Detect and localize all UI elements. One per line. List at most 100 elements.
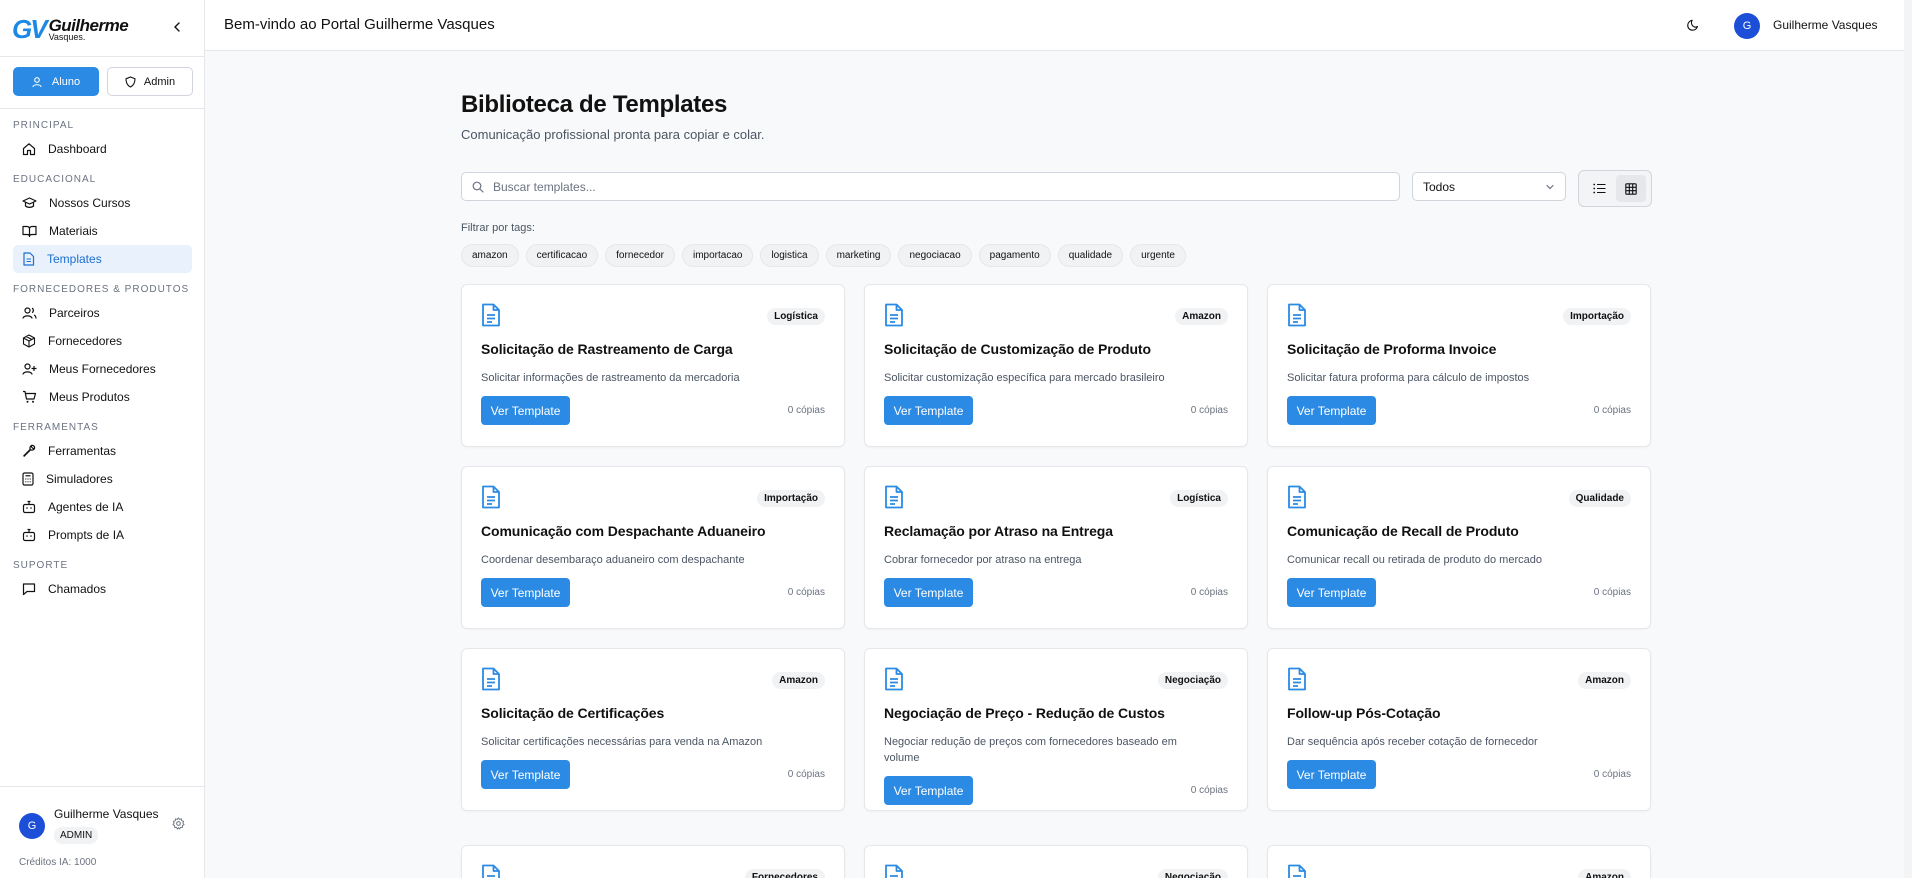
view-template-button[interactable]: Ver Template — [884, 396, 973, 425]
view-toggle — [1578, 170, 1652, 207]
bot-icon — [22, 500, 36, 514]
package-icon — [22, 334, 36, 348]
file-text-icon — [1288, 485, 1306, 509]
view-template-button[interactable]: Ver Template — [884, 578, 973, 607]
template-grid: Logística Solicitação de Rastreamento de… — [461, 284, 1651, 811]
sidebar-item-materiais[interactable]: Materiais — [13, 217, 192, 245]
logo-name: Guilherme — [48, 15, 129, 35]
role-admin-button[interactable]: Admin — [107, 67, 193, 96]
tag-chip[interactable]: pagamento — [978, 244, 1051, 267]
sidebar-item-meus-fornecedores[interactable]: Meus Fornecedores — [13, 355, 192, 383]
avatar[interactable]: G — [19, 813, 45, 839]
view-template-button[interactable]: Ver Template — [1287, 396, 1376, 425]
sidebar-item-fornecedores[interactable]: Fornecedores — [13, 327, 192, 355]
message-square-icon — [22, 583, 36, 596]
template-card: Importação Solicitação de Proforma Invoi… — [1267, 284, 1651, 447]
category-badge: Amazon — [1578, 869, 1631, 878]
tag-chip[interactable]: certificacao — [525, 244, 599, 267]
view-template-button[interactable]: Ver Template — [1287, 578, 1376, 607]
brand-logo[interactable]: GV Guilherme Vasques. — [12, 13, 129, 44]
tag-chip[interactable]: logistica — [760, 244, 819, 267]
nav-section-title: FORNECEDORES & PRODUTOS — [13, 284, 190, 295]
view-template-button[interactable]: Ver Template — [481, 396, 570, 425]
template-title: Negociação de Preço - Redução de Custos — [884, 705, 1165, 721]
ai-credits: Créditos IA: 1000 — [19, 857, 97, 868]
sidebar-item-simuladores[interactable]: Simuladores — [13, 465, 192, 493]
sidebar: GV Guilherme Vasques. Aluno Admin PRINCI… — [0, 0, 205, 878]
view-template-button[interactable]: Ver Template — [884, 776, 973, 805]
template-description: Coordenar desembaraço aduaneiro com desp… — [481, 554, 745, 566]
template-description: Solicitar informações de rastreamento da… — [481, 372, 740, 384]
chevron-left-icon[interactable] — [170, 20, 184, 34]
tags-label: Filtrar por tags: — [461, 222, 535, 234]
tag-filter-list: amazon certificacao fornecedor importaca… — [461, 244, 1186, 267]
template-card: Qualidade Comunicação de Recall de Produ… — [1267, 466, 1651, 629]
sidebar-item-nossos-cursos[interactable]: Nossos Cursos — [13, 189, 192, 217]
file-text-icon — [885, 485, 903, 509]
template-card: Importação Comunicação com Despachante A… — [461, 466, 845, 629]
copies-count: 0 cópias — [787, 405, 825, 416]
tag-chip[interactable]: urgente — [1130, 244, 1186, 267]
tag-chip[interactable]: negociacao — [898, 244, 972, 267]
template-card: Fornecedores — [461, 845, 845, 878]
template-title: Comunicação com Despachante Aduaneiro — [481, 523, 766, 539]
page-subtitle: Comunicação profissional pronta para cop… — [461, 127, 765, 142]
grid-view-button[interactable] — [1616, 175, 1646, 202]
sidebar-item-meus-produtos[interactable]: Meus Produtos — [13, 383, 192, 411]
category-select-value: Todos — [1423, 179, 1456, 194]
gear-icon[interactable] — [172, 817, 185, 830]
template-description: Solicitar fatura proforma para cálculo d… — [1287, 372, 1530, 384]
view-template-button[interactable]: Ver Template — [1287, 760, 1376, 789]
template-title: Reclamação por Atraso na Entrega — [884, 523, 1113, 539]
file-text-icon — [482, 864, 500, 878]
header-avatar[interactable]: G — [1734, 13, 1760, 39]
chevron-down-icon — [1546, 184, 1554, 189]
category-badge: Fornecedores — [744, 869, 825, 878]
template-card: Amazon — [1267, 845, 1651, 878]
tag-chip[interactable]: fornecedor — [605, 244, 675, 267]
role-badge: ADMIN — [54, 827, 99, 844]
sidebar-item-ferramentas[interactable]: Ferramentas — [13, 437, 192, 465]
sidebar-item-parceiros[interactable]: Parceiros — [13, 299, 192, 327]
sidebar-item-agentes-ia[interactable]: Agentes de IA — [13, 493, 192, 521]
moon-icon[interactable] — [1686, 18, 1700, 32]
sidebar-item-prompts-ia[interactable]: Prompts de IA — [13, 521, 192, 549]
sidebar-item-dashboard[interactable]: Dashboard — [13, 135, 192, 163]
view-template-button[interactable]: Ver Template — [481, 578, 570, 607]
sidebar-nav: PRINCIPAL Dashboard EDUCACIONAL Nossos C… — [0, 110, 205, 603]
list-view-button[interactable] — [1584, 175, 1614, 202]
template-description: Dar sequência após receber cotação de fo… — [1287, 736, 1538, 748]
sidebar-item-templates[interactable]: Templates — [13, 245, 192, 273]
sidebar-item-label: Materiais — [49, 224, 98, 238]
user-name: Guilherme Vasques — [54, 807, 159, 821]
tag-chip[interactable]: marketing — [825, 244, 892, 267]
user-plus-icon — [22, 363, 37, 375]
template-card: Amazon Solicitação de Customização de Pr… — [864, 284, 1248, 447]
role-aluno-button[interactable]: Aluno — [13, 67, 99, 96]
logo-mark: GV — [12, 13, 48, 44]
wrench-icon — [23, 444, 36, 457]
category-badge: Amazon — [1175, 308, 1228, 325]
template-title: Solicitação de Certificações — [481, 705, 665, 721]
header-user-name[interactable]: Guilherme Vasques — [1773, 18, 1878, 32]
search-input[interactable] — [493, 179, 1373, 194]
scrollbar[interactable] — [1904, 0, 1912, 878]
shield-icon — [125, 75, 136, 88]
category-badge: Qualidade — [1568, 490, 1631, 507]
header-title: Bem-vindo ao Portal Guilherme Vasques — [224, 16, 495, 33]
view-template-button[interactable]: Ver Template — [481, 760, 570, 789]
book-open-icon — [22, 225, 37, 238]
nav-section-title: PRINCIPAL — [13, 120, 75, 131]
template-description: Comunicar recall ou retirada de produto … — [1287, 554, 1542, 566]
tag-chip[interactable]: amazon — [461, 244, 519, 267]
shopping-cart-icon — [23, 390, 37, 403]
category-select[interactable]: Todos — [1412, 172, 1566, 201]
home-icon — [22, 143, 36, 156]
file-text-icon — [23, 252, 35, 266]
tag-chip[interactable]: importacao — [681, 244, 754, 267]
category-badge: Importação — [757, 490, 825, 507]
tag-chip[interactable]: qualidade — [1057, 244, 1124, 267]
sidebar-item-chamados[interactable]: Chamados — [13, 575, 192, 603]
nav-section-title: SUPORTE — [13, 560, 69, 571]
copies-count: 0 cópias — [1190, 587, 1228, 598]
